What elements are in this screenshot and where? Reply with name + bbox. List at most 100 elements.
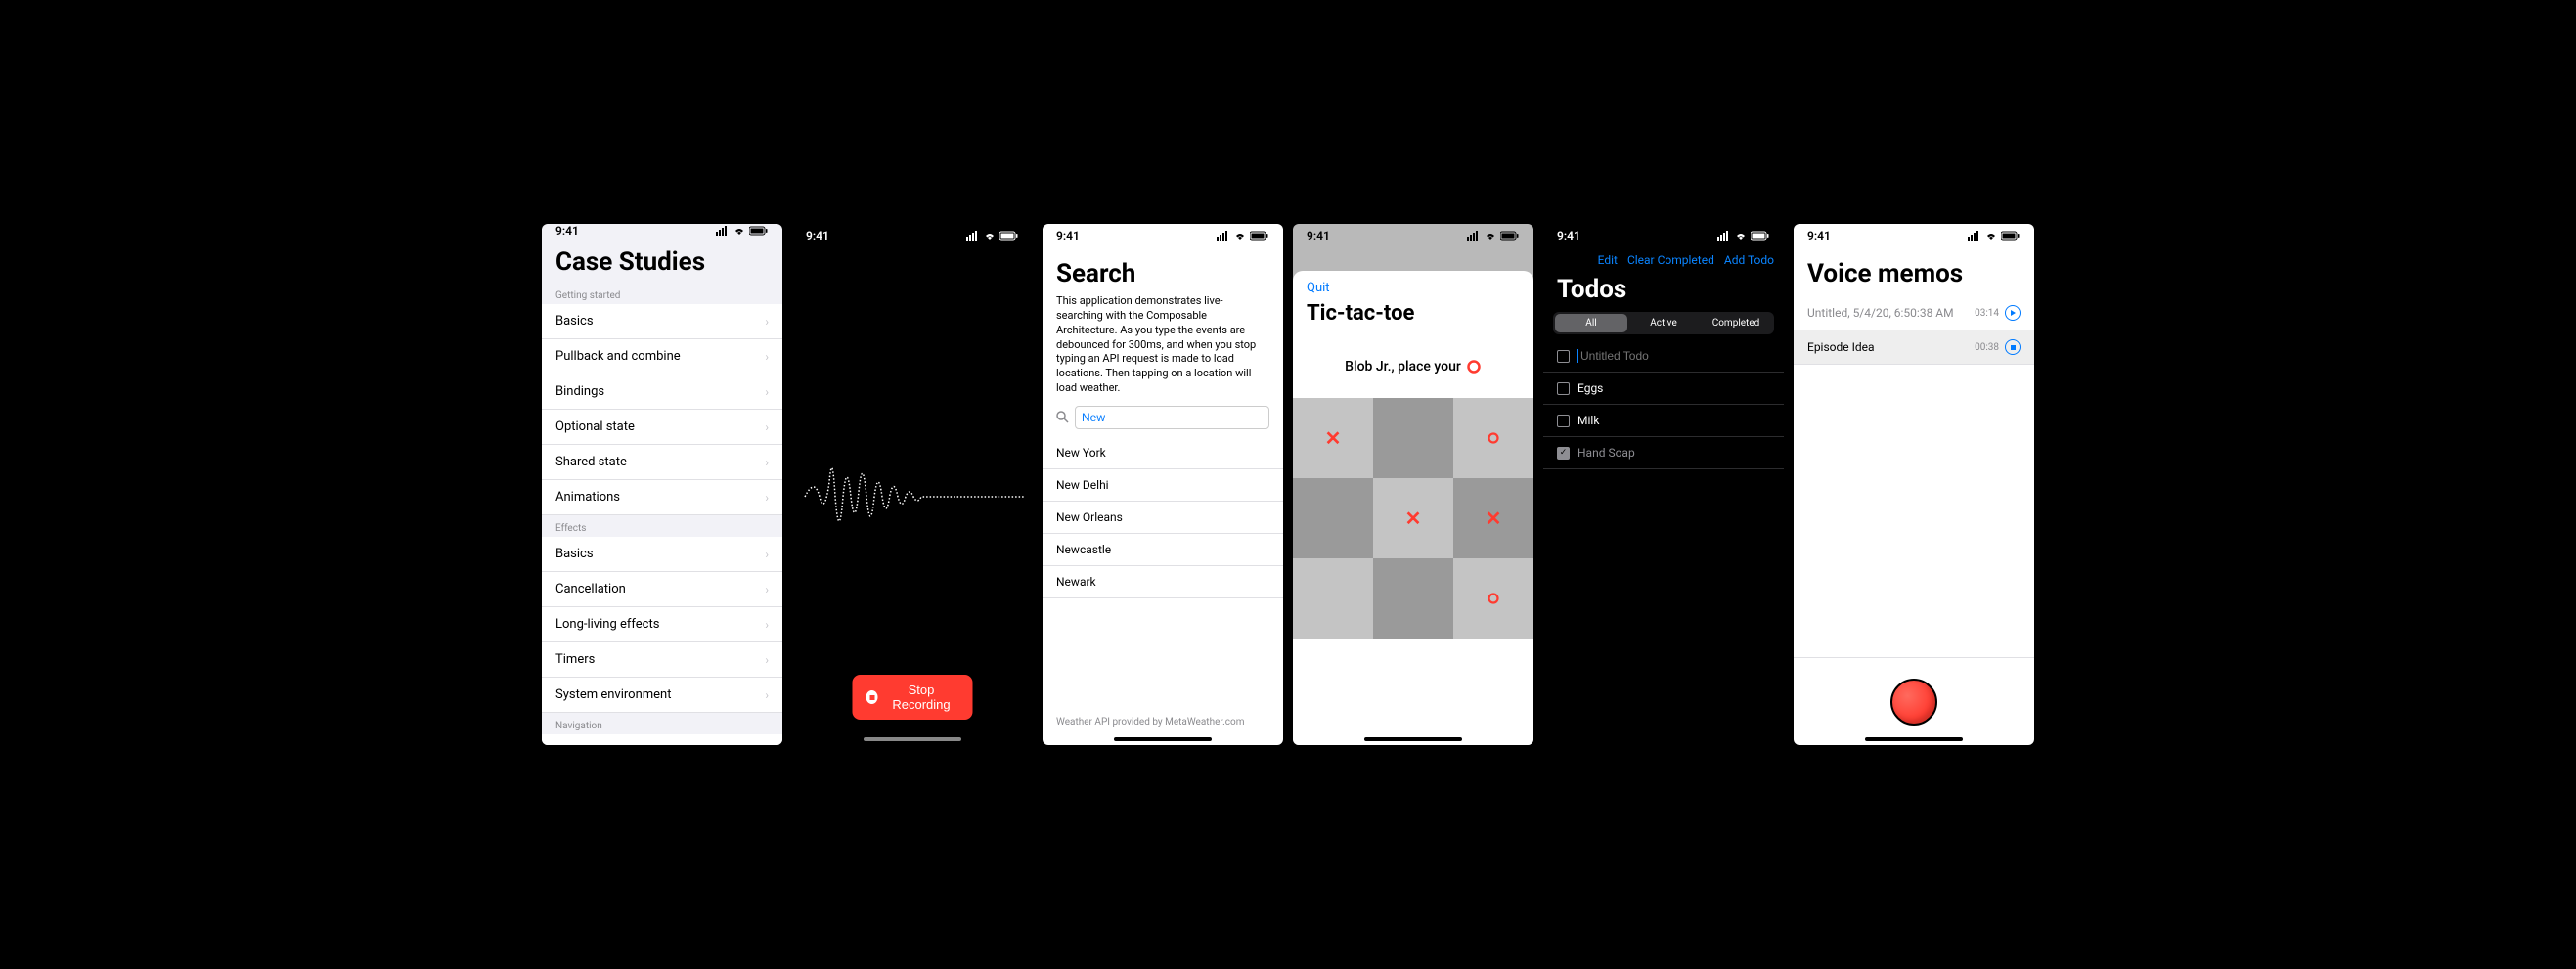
chevron-right-icon: › [765,618,769,632]
list-row[interactable]: Navigate and load data › [542,734,782,745]
todo-row[interactable]: Milk [1543,405,1784,437]
todo-row[interactable]: Hand Soap [1543,437,1784,469]
search-result[interactable]: Newcastle [1043,534,1283,566]
board-cell-0-2[interactable] [1453,398,1533,478]
search-result[interactable]: Newark [1043,566,1283,598]
chevron-right-icon: › [765,420,769,434]
footer-text: Weather API provided by MetaWeather.com [1043,717,1283,727]
stop-icon[interactable] [2005,339,2021,355]
page-description: This application demonstrates live-searc… [1043,294,1283,406]
list-row[interactable]: Long-living effects› [542,607,782,642]
screen-case-studies: 9:41 Case Studies Getting startedBasics›… [542,224,782,745]
page-title: Todos [1543,273,1784,312]
wifi-icon [1484,231,1497,241]
add-todo-button[interactable]: Add Todo [1724,253,1774,267]
search-input[interactable] [1075,406,1269,429]
battery-icon [999,231,1019,241]
quit-button[interactable]: Quit [1293,271,1533,295]
checkbox[interactable] [1557,415,1570,427]
list-row[interactable]: Shared state› [542,445,782,480]
board-cell-2-2[interactable] [1453,558,1533,639]
list-row[interactable]: Optional state› [542,410,782,445]
list-row[interactable]: Animations› [542,480,782,515]
segment-completed[interactable]: Completed [1700,314,1772,332]
status-bar: 9:41 [1293,224,1533,247]
clear-completed-button[interactable]: Clear Completed [1627,253,1714,267]
checkbox[interactable] [1557,447,1570,460]
game-board: ✕ ✕ ✕ [1293,398,1533,639]
chevron-right-icon: › [765,315,769,329]
wifi-icon [983,231,997,241]
wifi-icon [1233,231,1247,241]
stop-recording-button[interactable]: Stop Recording [853,675,973,720]
chevron-right-icon: › [765,350,769,364]
list-row[interactable]: Timers› [542,642,782,678]
screen-todos: 9:41 Edit Clear Completed Add Todo Todos… [1543,224,1784,745]
chevron-right-icon: › [765,548,769,561]
memo-title: Episode Idea [1807,340,1875,354]
stop-icon [866,690,878,704]
record-button[interactable] [1890,679,1937,726]
status-bar: 9:41 [542,224,782,238]
list-row[interactable]: Basics › [542,304,782,339]
status-time: 9:41 [1807,229,1831,242]
search-result[interactable]: New Delhi [1043,469,1283,502]
board-cell-1-1[interactable]: ✕ [1373,478,1453,558]
record-area [1794,657,2034,745]
home-indicator[interactable] [1364,737,1462,741]
checkbox[interactable] [1557,350,1570,363]
battery-icon [1500,231,1520,241]
signal-icon [1717,231,1731,241]
wifi-icon [1984,231,1998,241]
home-indicator[interactable] [864,737,961,741]
memo-row[interactable]: Untitled, 5/4/20, 6:50:38 AM03:14 [1794,296,2034,330]
board-cell-0-0[interactable]: ✕ [1293,398,1373,478]
board-cell-0-1[interactable] [1373,398,1453,478]
list-row[interactable]: Basics › [542,537,782,572]
section-header: Navigation [542,713,782,734]
segment-all[interactable]: All [1555,314,1627,332]
search-icon [1056,411,1069,423]
search-result[interactable]: New York [1043,437,1283,469]
screen-tictactoe: 9:41 Quit Tic-tac-toe Blob Jr., place yo… [1293,224,1533,745]
stop-label: Stop Recording [884,683,959,712]
x-marker-icon: ✕ [1486,507,1502,530]
play-icon[interactable] [2005,305,2021,321]
todo-input[interactable] [1577,349,1732,363]
board-cell-1-2[interactable]: ✕ [1453,478,1533,558]
row-label: Shared state [555,455,627,469]
row-label: System environment [555,687,671,702]
home-indicator[interactable] [1865,737,1963,741]
chevron-right-icon: › [765,491,769,505]
edit-button[interactable]: Edit [1598,253,1618,267]
todo-row[interactable] [1543,340,1784,373]
segment-active[interactable]: Active [1627,314,1700,332]
memo-row[interactable]: Episode Idea00:38 [1794,330,2034,365]
board-cell-2-1[interactable] [1373,558,1453,639]
row-label: Bindings [555,384,604,399]
section-header: Effects [542,515,782,537]
board-cell-1-0[interactable] [1293,478,1373,558]
battery-icon [2001,231,2021,241]
row-label: Navigate and load data [555,744,686,745]
filter-segmented[interactable]: All Active Completed [1553,312,1774,334]
status-indicators [716,226,769,236]
list-row[interactable]: Pullback and combine› [542,339,782,374]
home-indicator[interactable] [1114,737,1212,741]
status-indicators [1968,231,2021,241]
board-cell-2-0[interactable] [1293,558,1373,639]
list-row[interactable]: Cancellation› [542,572,782,607]
chevron-right-icon: › [765,745,769,746]
memo-title: Untitled, 5/4/20, 6:50:38 AM [1807,306,1954,320]
todo-label: Hand Soap [1577,446,1635,460]
row-label: Basics [555,547,594,561]
list-row[interactable]: System environment› [542,678,782,713]
checkbox[interactable] [1557,382,1570,395]
row-label: Cancellation [555,582,626,596]
battery-icon [1751,231,1770,241]
row-label: Basics [555,314,594,329]
search-result[interactable]: New Orleans [1043,502,1283,534]
list-row[interactable]: Bindings› [542,374,782,410]
todo-row[interactable]: Eggs [1543,373,1784,405]
screen-search: 9:41 Search This application demonstrate… [1043,224,1283,745]
